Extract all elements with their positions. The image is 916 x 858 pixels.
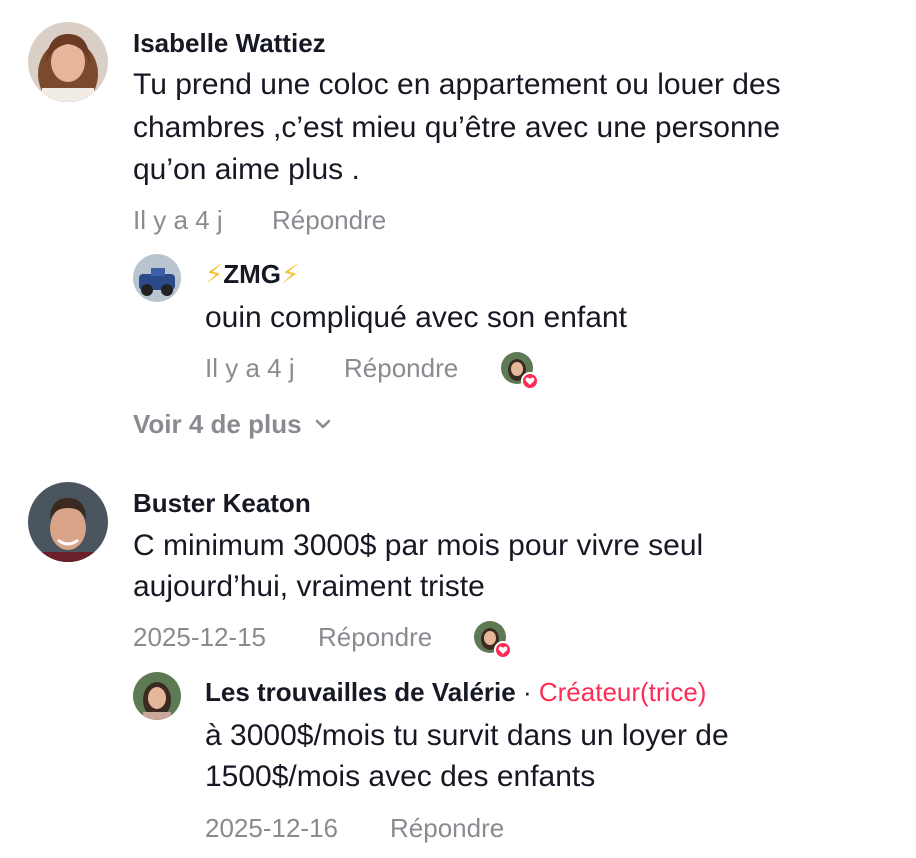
creator-badge: Créateur(trice) (538, 677, 707, 707)
heart-icon (494, 641, 512, 659)
reply-username[interactable]: Les trouvailles de Valérie · Créateur(tr… (205, 676, 706, 708)
comment-text-line: qu’on aime plus . (133, 153, 360, 186)
reply-text-line: 1500$/mois avec des enfants (205, 760, 596, 793)
comment-username[interactable]: Buster Keaton (133, 487, 311, 519)
creator-liked-badge (474, 621, 512, 659)
avatar-zmg[interactable] (133, 254, 181, 302)
lightning-icon: ⚡ (205, 259, 224, 289)
chevron-down-icon (315, 419, 330, 429)
reply-button[interactable]: Répondre (344, 352, 458, 384)
comment-text-line: Tu prend une coloc en appartement ou lou… (133, 68, 781, 101)
reply-text: ouin compliqué avec son enfant (205, 301, 627, 334)
avatar-valerie[interactable] (133, 672, 181, 720)
lightning-icon: ⚡ (281, 259, 300, 289)
reply-username-text: ZMG (223, 259, 282, 289)
separator-dot: · (522, 677, 532, 707)
reply-username-text: Les trouvailles de Valérie (205, 677, 516, 707)
reply-text-line: à 3000$/mois tu survit dans un loyer de (205, 719, 729, 752)
heart-icon (521, 372, 539, 390)
comment-text-line: aujourd’hui, vraiment triste (133, 570, 485, 603)
reply-button[interactable]: Répondre (390, 812, 504, 844)
comment-timestamp: 2025-12-15 (133, 622, 266, 652)
view-more-label: Voir 4 de plus (133, 409, 302, 439)
reply-timestamp: Il y a 4 j (205, 353, 295, 383)
reply-button[interactable]: Répondre (318, 621, 432, 653)
avatar-isabelle[interactable] (28, 22, 108, 102)
comment-text-line: chambres ,c’est mieu qu’être avec une pe… (133, 111, 781, 144)
creator-liked-badge (501, 352, 539, 390)
comment-timestamp: Il y a 4 j (133, 205, 223, 235)
view-more-replies[interactable]: Voir 4 de plus (133, 408, 332, 440)
comment-text-line: C minimum 3000$ par mois pour vivre seul (133, 529, 704, 562)
avatar-buster[interactable] (28, 482, 108, 562)
reply-button[interactable]: Répondre (272, 204, 386, 236)
reply-username[interactable]: ⚡ZMG⚡ (205, 258, 299, 290)
comment-username[interactable]: Isabelle Wattiez (133, 27, 326, 59)
reply-timestamp: 2025-12-16 (205, 813, 338, 843)
